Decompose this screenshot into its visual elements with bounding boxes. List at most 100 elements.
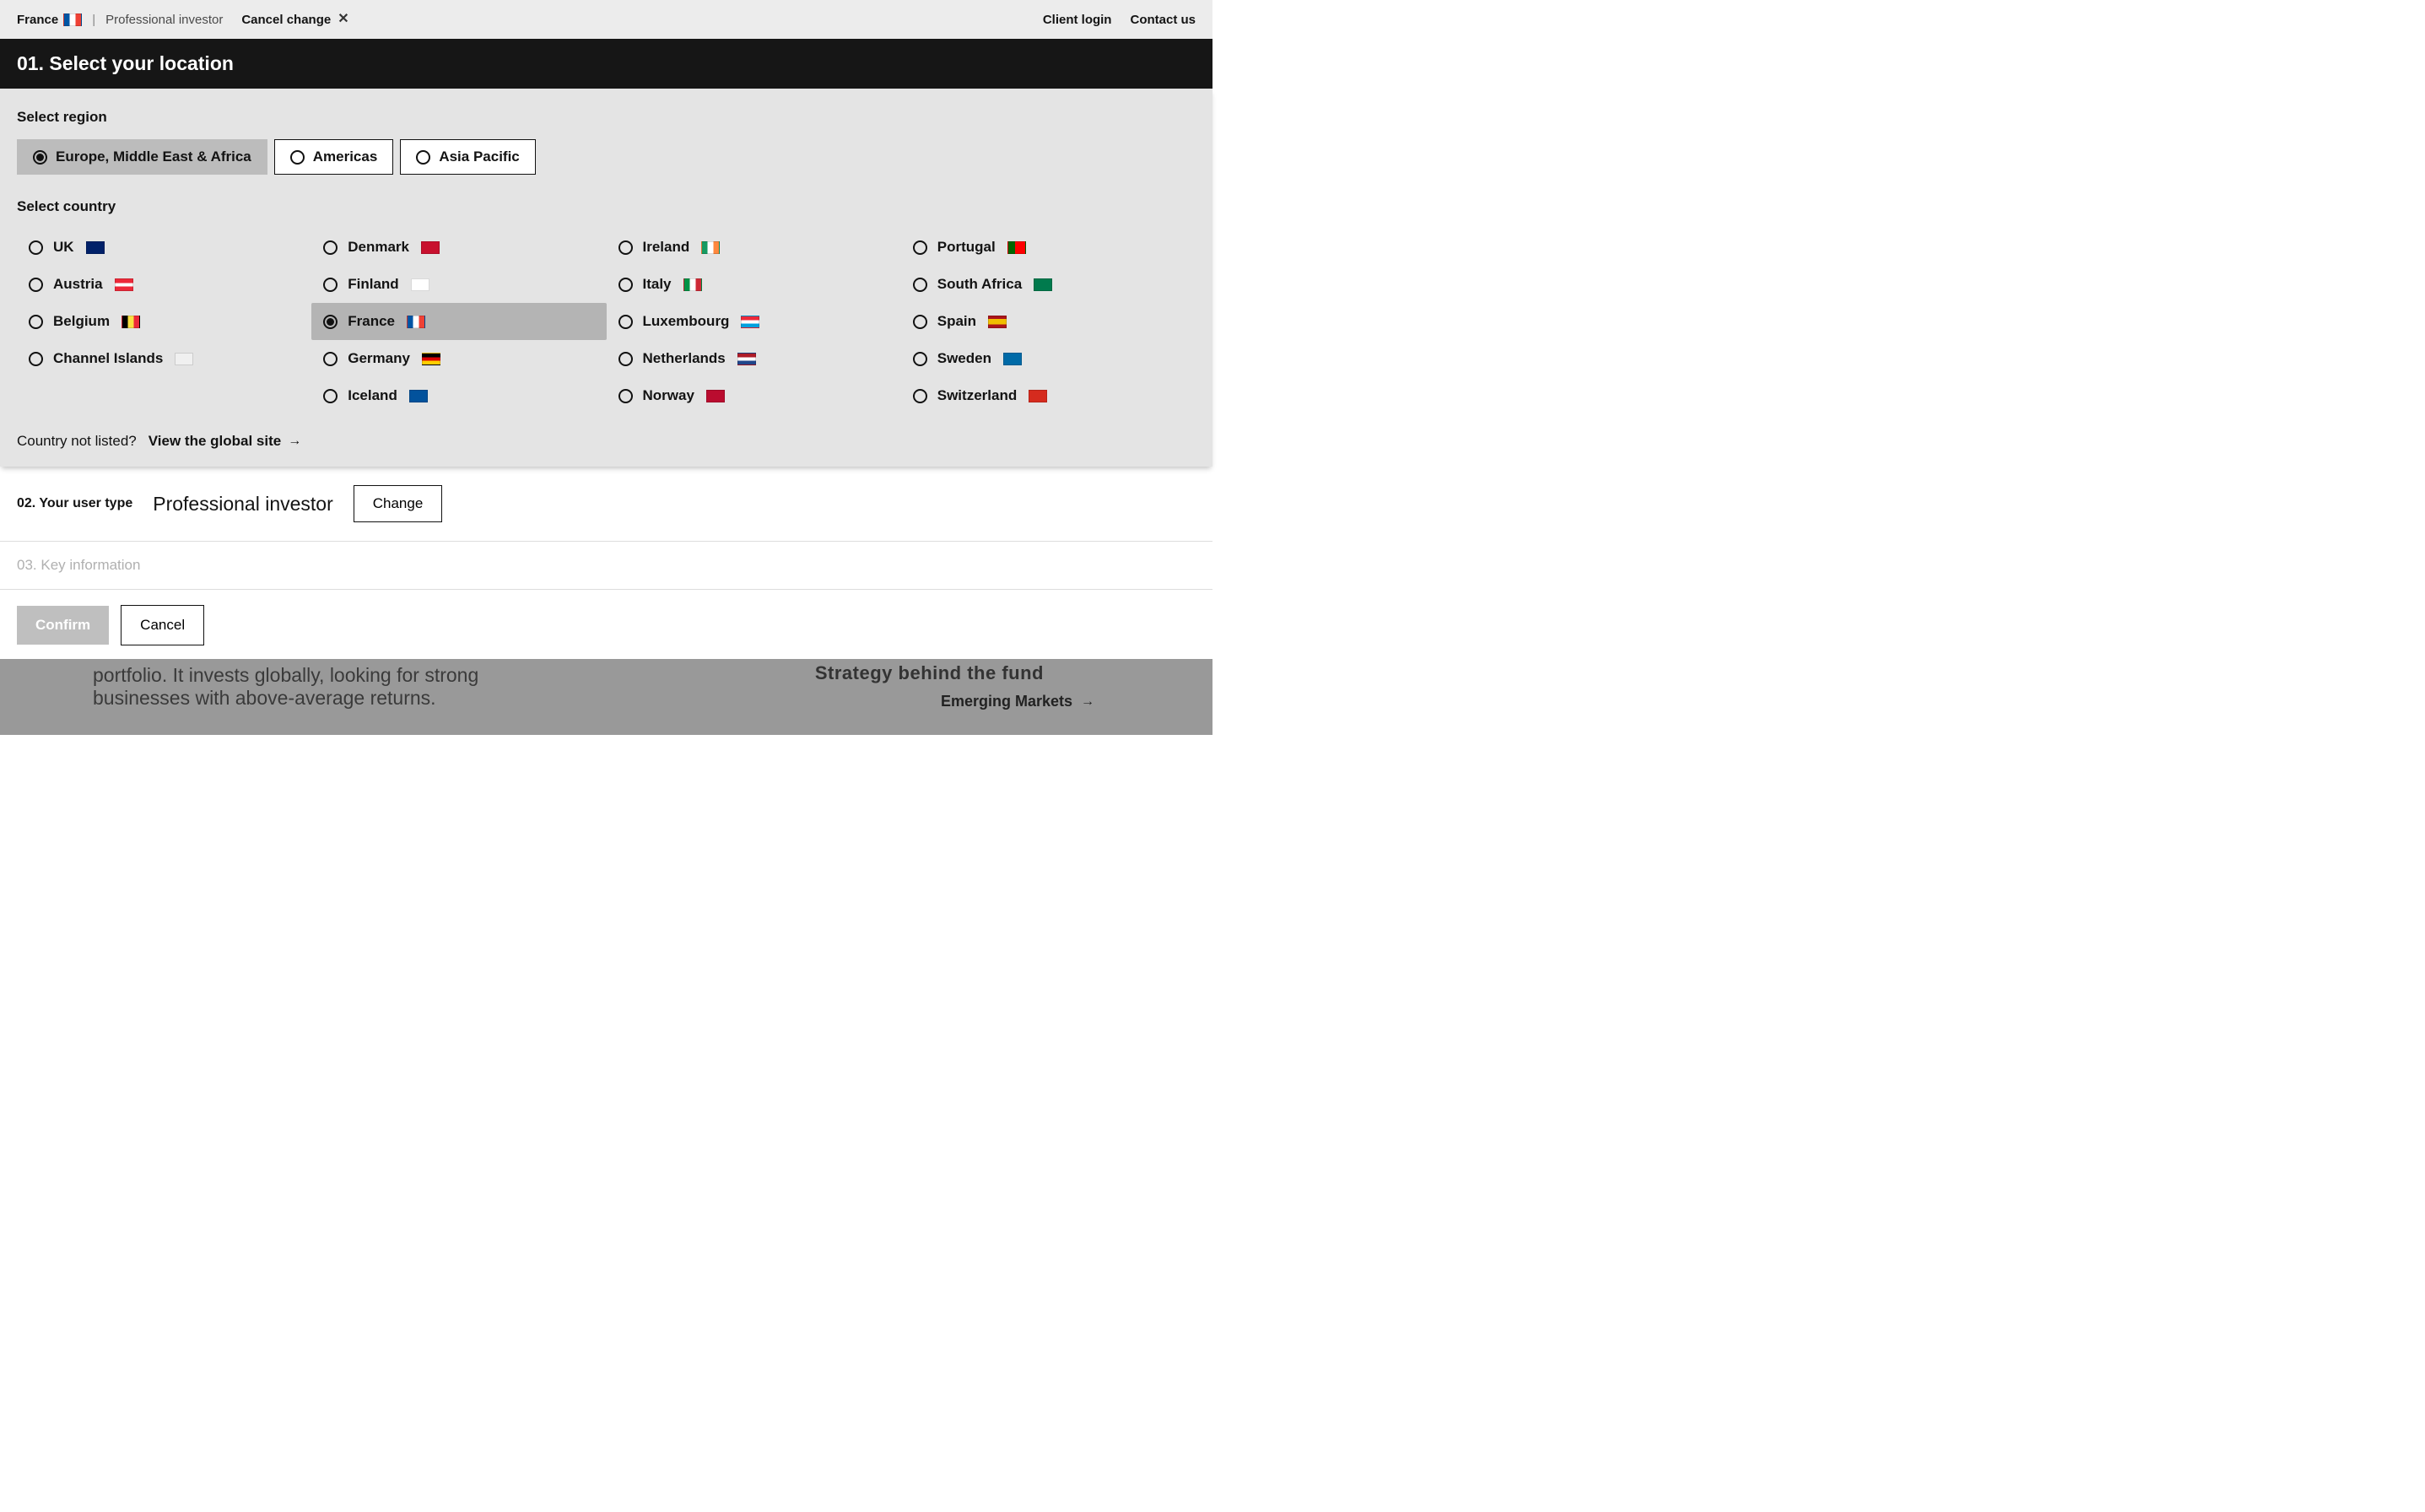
radio-icon — [618, 352, 633, 366]
radio-icon — [323, 240, 338, 255]
country-uk[interactable]: UK — [17, 229, 311, 266]
country-luxembourg[interactable]: Luxembourg — [607, 303, 901, 340]
country-spain[interactable]: Spain — [901, 303, 1196, 340]
view-global-site-link[interactable]: View the global site → — [149, 433, 301, 450]
france-flag-icon — [63, 14, 82, 26]
country-label: Germany — [348, 350, 410, 367]
france-flag-icon — [407, 316, 425, 328]
change-usertype-button[interactable]: Change — [354, 485, 443, 522]
client-login-link[interactable]: Client login — [1043, 13, 1112, 27]
belgium-flag-icon — [122, 316, 140, 328]
not-listed-label: Country not listed? — [17, 433, 137, 450]
step02-row: 02. Your user type Professional investor… — [0, 467, 1212, 542]
divider: | — [92, 13, 95, 27]
country-ireland[interactable]: Ireland — [607, 229, 901, 266]
country-netherlands[interactable]: Netherlands — [607, 340, 901, 377]
arrow-right-icon: → — [288, 434, 301, 449]
step02-value: Professional investor — [153, 493, 333, 516]
current-location-label: France — [17, 13, 58, 27]
country-label: UK — [53, 239, 74, 256]
region-apac[interactable]: Asia Pacific — [400, 139, 535, 175]
spain-flag-icon — [988, 316, 1007, 328]
country-label: Iceland — [348, 387, 397, 404]
country-label: Belgium — [53, 313, 110, 330]
finland-flag-icon — [411, 278, 429, 291]
region-emea[interactable]: Europe, Middle East & Africa — [17, 139, 267, 175]
country-label: Italy — [643, 276, 672, 293]
region-label: Americas — [313, 148, 378, 165]
country-south-africa[interactable]: South Africa — [901, 266, 1196, 303]
select-country-label: Select country — [17, 198, 1196, 215]
country-label: Finland — [348, 276, 398, 293]
background-text: portfolio. It invests globally, looking … — [93, 664, 532, 710]
radio-icon — [323, 315, 338, 329]
region-label: Asia Pacific — [439, 148, 519, 165]
iceland-flag-icon — [409, 390, 428, 402]
step01-heading: 01. Select your location — [0, 39, 1212, 89]
current-location[interactable]: France — [17, 13, 82, 27]
topbar-right: Client login Contact us — [1043, 13, 1196, 27]
country-label: Denmark — [348, 239, 409, 256]
country-switzerland[interactable]: Switzerland — [901, 377, 1196, 414]
radio-icon — [913, 315, 927, 329]
country-austria[interactable]: Austria — [17, 266, 311, 303]
uk-flag-icon — [86, 241, 105, 254]
confirm-button[interactable]: Confirm — [17, 606, 109, 645]
background-right-heading: Strategy behind the fund — [815, 662, 1044, 684]
radio-icon — [618, 315, 633, 329]
cancel-button[interactable]: Cancel — [121, 605, 204, 645]
country-finland[interactable]: Finland — [311, 266, 606, 303]
radio-icon — [913, 352, 927, 366]
select-region-label: Select region — [17, 109, 1196, 126]
country-iceland[interactable]: Iceland — [311, 377, 606, 414]
country-label: South Africa — [937, 276, 1022, 293]
country-grid: UK Austria Belgium Channel Islands Denmark Fi… — [17, 229, 1196, 414]
country-sweden[interactable]: Sweden — [901, 340, 1196, 377]
portugal-flag-icon — [1007, 241, 1026, 254]
channel-islands-flag-icon — [175, 353, 193, 365]
country-label: Spain — [937, 313, 976, 330]
background-line1: portfolio. It invests globally, looking … — [93, 664, 478, 686]
country-channel-islands[interactable]: Channel Islands — [17, 340, 311, 377]
country-france[interactable]: France — [311, 303, 606, 340]
country-belgium[interactable]: Belgium — [17, 303, 311, 340]
netherlands-flag-icon — [737, 353, 756, 365]
emerging-markets-link[interactable]: Emerging Markets → — [941, 693, 1094, 710]
action-row: Confirm Cancel — [0, 590, 1212, 659]
radio-icon — [913, 389, 927, 403]
radio-icon — [29, 240, 43, 255]
country-label: Channel Islands — [53, 350, 163, 367]
ireland-flag-icon — [701, 241, 720, 254]
radio-icon — [29, 278, 43, 292]
radio-icon — [33, 150, 47, 165]
cancel-change-button[interactable]: Cancel change ✕ — [241, 13, 348, 27]
view-global-site-label: View the global site — [149, 433, 281, 450]
switzerland-flag-icon — [1029, 390, 1047, 402]
arrow-right-icon: → — [1081, 694, 1094, 710]
radio-icon — [323, 278, 338, 292]
close-icon: ✕ — [338, 13, 348, 26]
contact-us-link[interactable]: Contact us — [1130, 13, 1196, 27]
region-americas[interactable]: Americas — [274, 139, 394, 175]
country-norway[interactable]: Norway — [607, 377, 901, 414]
austria-flag-icon — [115, 278, 133, 291]
country-label: Netherlands — [643, 350, 726, 367]
country-germany[interactable]: Germany — [311, 340, 606, 377]
country-portugal[interactable]: Portugal — [901, 229, 1196, 266]
country-label: Switzerland — [937, 387, 1017, 404]
country-italy[interactable]: Italy — [607, 266, 901, 303]
italy-flag-icon — [683, 278, 702, 291]
background-content: portfolio. It invests globally, looking … — [0, 659, 1212, 735]
country-denmark[interactable]: Denmark — [311, 229, 606, 266]
radio-icon — [323, 389, 338, 403]
country-label: Austria — [53, 276, 103, 293]
country-label: Luxembourg — [643, 313, 730, 330]
region-row: Europe, Middle East & Africa Americas Asia… — [17, 139, 1196, 175]
radio-icon — [323, 352, 338, 366]
radio-icon — [618, 278, 633, 292]
radio-icon — [29, 315, 43, 329]
country-label: France — [348, 313, 395, 330]
sweden-flag-icon — [1003, 353, 1022, 365]
cancel-change-label: Cancel change — [241, 13, 331, 27]
step03-row: 03. Key information — [0, 542, 1212, 590]
